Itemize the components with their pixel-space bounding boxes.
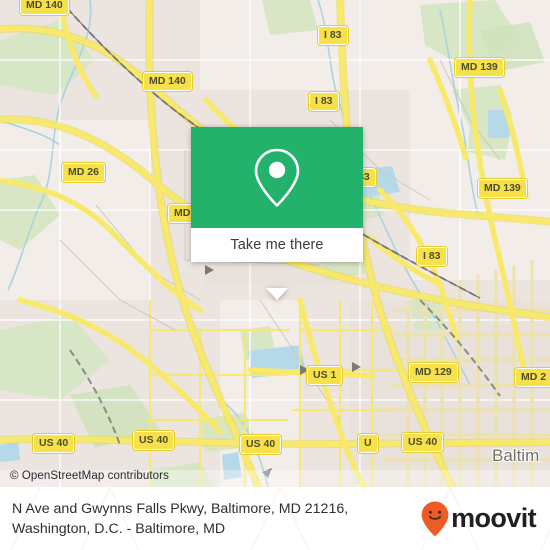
location-pin-icon (254, 148, 300, 207)
popup-header (191, 127, 363, 228)
map-shield-label: MD 139 (454, 57, 505, 78)
screenshot-root: MD 140 MD 140 I 83 I 83 MD 139 MD 26 MD … (0, 0, 550, 550)
map-shield-label: US 40 (238, 434, 283, 455)
map-shield-label: I 83 (317, 25, 349, 46)
popup-action-bar[interactable]: Take me there (191, 228, 363, 262)
popup-tail-pointer (266, 288, 288, 300)
moovit-wordmark: moovit (451, 503, 537, 533)
take-me-there-label: Take me there (230, 237, 324, 253)
map-shield-label: US 40 (400, 432, 445, 453)
moovit-logo[interactable]: moovit (420, 500, 537, 538)
map-shield-label: I 83 (308, 91, 340, 112)
location-popup-card[interactable]: Take me there (191, 127, 363, 300)
map-shield-label: US 40 (131, 430, 176, 451)
location-address: N Ave and Gwynns Falls Pkwy, Baltimore, … (12, 499, 348, 539)
osm-attribution: © OpenStreetMap contributors (10, 470, 169, 482)
map-city-label: Baltim (492, 446, 540, 465)
map-shield-label: MD 140 (19, 0, 70, 16)
moovit-smiley-pin-icon (421, 501, 449, 536)
map-shield-label: MD 140 (142, 71, 193, 92)
map-shield-label: MD 139 (477, 178, 528, 199)
map-shield-label: MD 2 (513, 367, 550, 388)
map-shield-label: I 83 (416, 246, 448, 267)
map-shield-label: U (357, 433, 379, 454)
map-shield-label: MD 129 (408, 362, 459, 383)
footer-content: N Ave and Gwynns Falls Pkwy, Baltimore, … (0, 487, 550, 550)
footer-bar: N Ave and Gwynns Falls Pkwy, Baltimore, … (0, 487, 550, 550)
map-shield-label: MD 26 (61, 162, 106, 183)
address-line-2: Washington, D.C. - Baltimore, MD (12, 520, 226, 537)
address-line-1: N Ave and Gwynns Falls Pkwy, Baltimore, … (12, 500, 349, 517)
map-shield-label: US 40 (31, 433, 76, 454)
map-shield-label: US 1 (305, 365, 344, 386)
map-canvas[interactable]: MD 140 MD 140 I 83 I 83 MD 139 MD 26 MD … (0, 0, 550, 487)
